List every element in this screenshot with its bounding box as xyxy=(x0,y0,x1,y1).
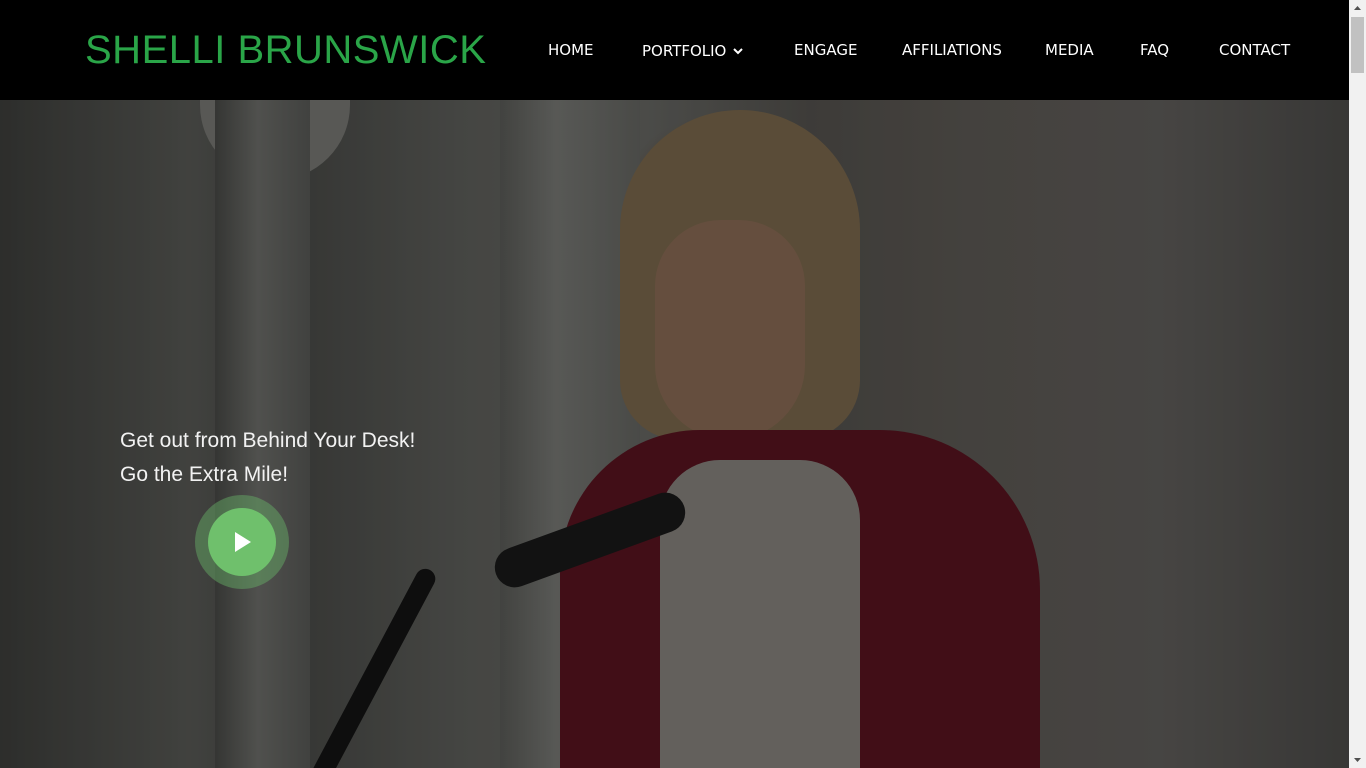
hero-tagline: Get out from Behind Your Desk! Go the Ex… xyxy=(120,424,415,492)
scrollbar-thumb[interactable] xyxy=(1351,17,1364,73)
scroll-up-arrow-icon[interactable] xyxy=(1349,0,1366,17)
tagline-line-1: Get out from Behind Your Desk! xyxy=(120,429,416,452)
nav-media[interactable]: MEDIA xyxy=(1045,40,1094,60)
nav-portfolio[interactable]: PORTFOLIO xyxy=(642,40,744,60)
page-scrollbar[interactable] xyxy=(1349,0,1366,768)
play-icon xyxy=(235,532,251,552)
nav-engage[interactable]: ENGAGE xyxy=(794,40,857,60)
nav-home[interactable]: HOME xyxy=(548,40,594,60)
nav-faq[interactable]: FAQ xyxy=(1140,40,1169,60)
main-nav: HOME PORTFOLIO ENGAGE AFFILIATIONS MEDIA… xyxy=(0,0,1349,100)
chevron-down-icon xyxy=(733,40,744,60)
nav-affiliations[interactable]: AFFILIATIONS xyxy=(902,40,1002,60)
nav-portfolio-label: PORTFOLIO xyxy=(642,42,727,60)
site-header: SHELLI BRUNSWICK HOME PORTFOLIO ENGAGE A… xyxy=(0,0,1349,100)
play-video-button[interactable] xyxy=(195,495,289,589)
tagline-line-2: Go the Extra Mile! xyxy=(120,463,289,486)
play-button-circle[interactable] xyxy=(208,508,276,576)
nav-contact[interactable]: CONTACT xyxy=(1219,40,1290,60)
scroll-down-arrow-icon[interactable] xyxy=(1349,751,1366,768)
